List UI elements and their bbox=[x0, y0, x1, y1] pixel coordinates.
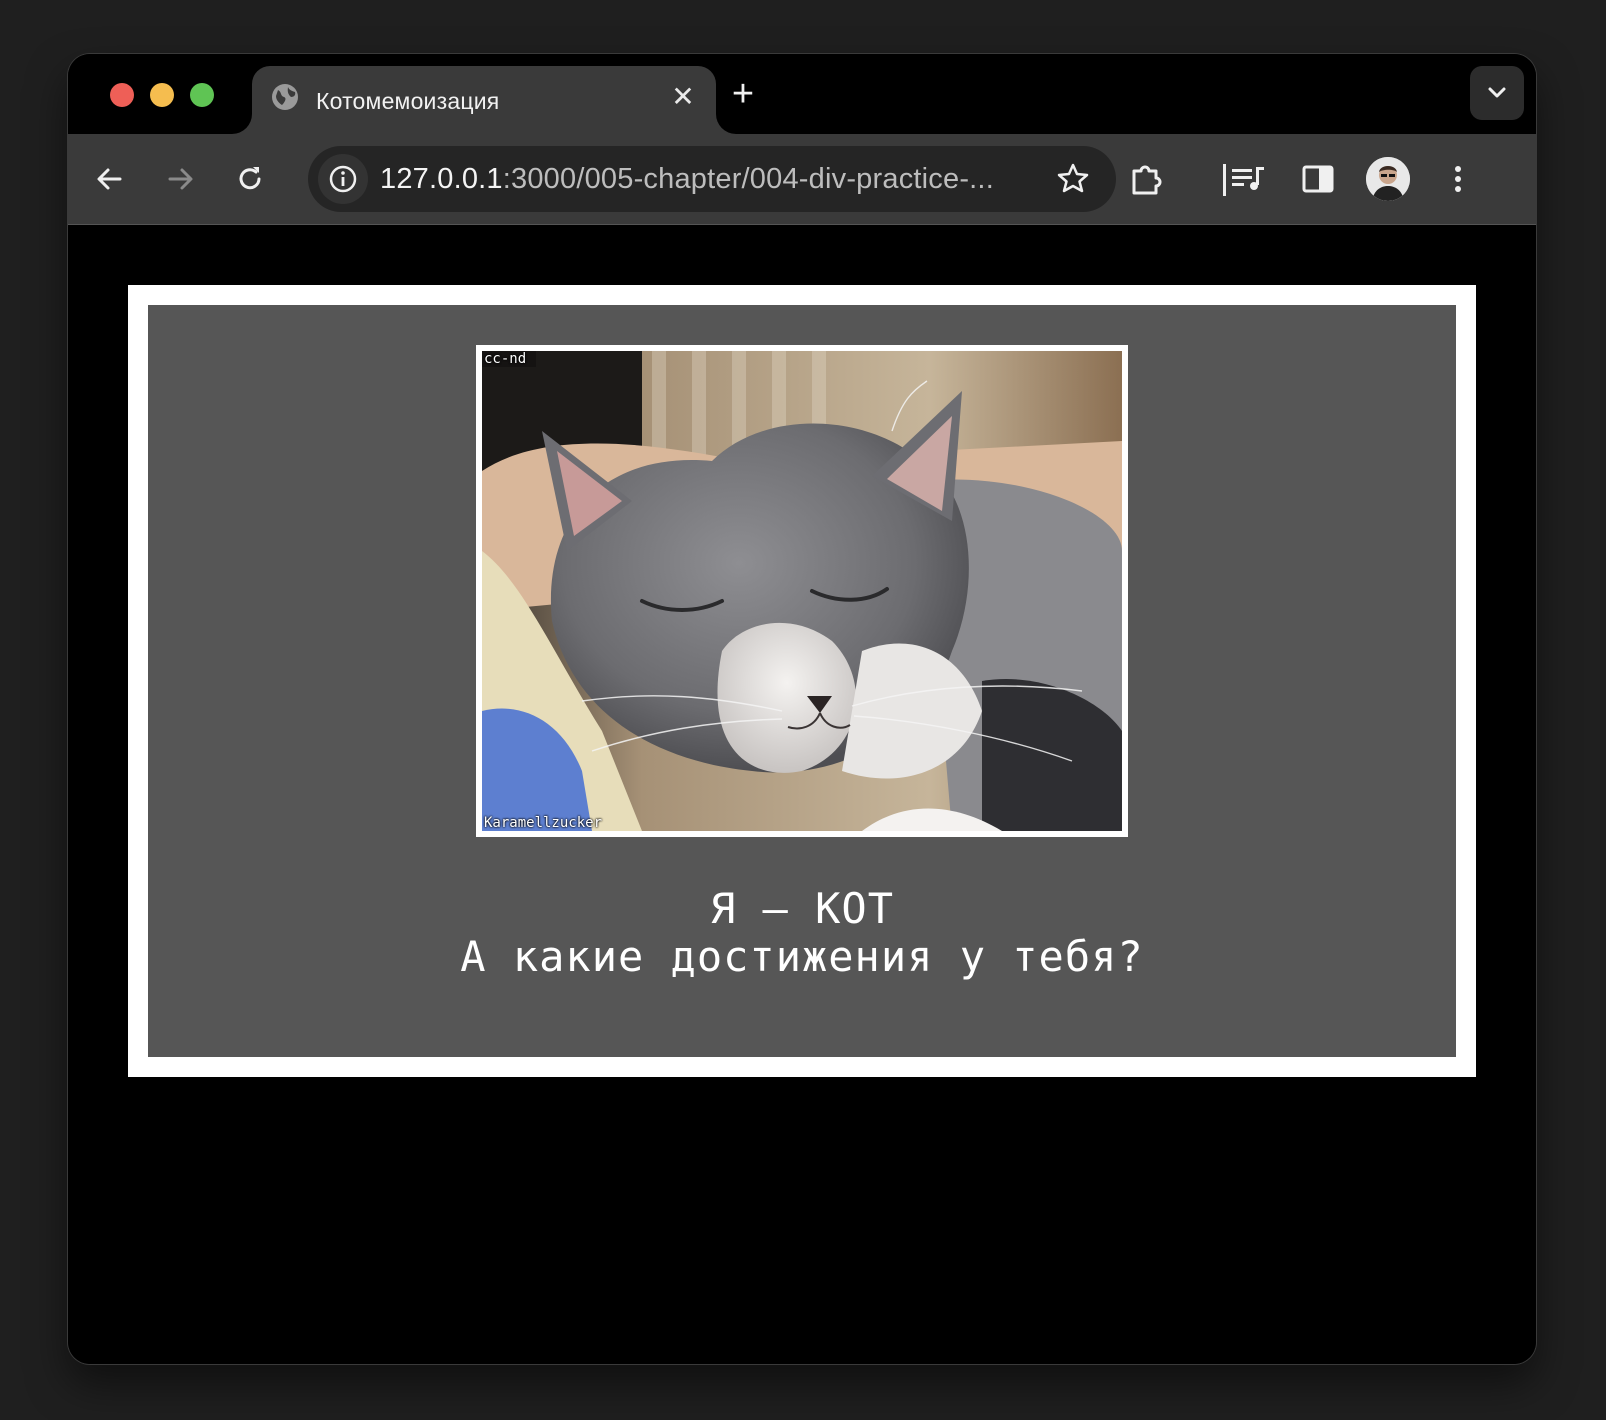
meme-caption: Я — КОТ А какие достижения у тебя? bbox=[148, 885, 1456, 981]
reload-icon[interactable] bbox=[232, 161, 268, 197]
photo-border: cc-nd Karamellzucker bbox=[476, 345, 1128, 837]
chevron-down-icon bbox=[1488, 87, 1506, 98]
active-tab[interactable]: Котомемоизация ✕ bbox=[252, 66, 716, 134]
url-path: :3000/005-chapter/004-div-practice-... bbox=[502, 163, 994, 195]
tab-search-button[interactable] bbox=[1470, 66, 1524, 120]
minimize-window-button[interactable] bbox=[150, 83, 174, 107]
tab-title: Котомемоизация bbox=[316, 88, 500, 114]
url-host: 127.0.0.1 bbox=[380, 163, 503, 195]
maximize-window-button[interactable] bbox=[190, 83, 214, 107]
cat-illustration bbox=[482, 351, 1122, 831]
globe-icon bbox=[272, 84, 298, 110]
star-icon[interactable] bbox=[1054, 160, 1092, 198]
page-viewport: cc-nd Karamellzucker Я — КОТ А какие дос… bbox=[68, 225, 1536, 1364]
site-info-button[interactable] bbox=[318, 154, 368, 204]
caption-line-1: Я — КОТ bbox=[709, 884, 894, 933]
cat-photo: cc-nd Karamellzucker bbox=[482, 351, 1122, 831]
profile-avatar[interactable] bbox=[1366, 157, 1410, 201]
browser-toolbar: 127.0.0.1:3000/005-chapter/004-div-pract… bbox=[68, 134, 1536, 225]
side-panel-icon[interactable] bbox=[1298, 159, 1338, 199]
profile-photo bbox=[1366, 157, 1410, 201]
new-tab-button[interactable]: + bbox=[724, 75, 762, 114]
photo-license-tag: cc-nd bbox=[484, 351, 527, 367]
photo-author-tag: Karamellzucker bbox=[484, 815, 603, 831]
info-icon bbox=[329, 165, 357, 193]
title-bar: Котомемоизация ✕ + bbox=[68, 54, 1536, 134]
playlist-icon[interactable] bbox=[1228, 159, 1268, 199]
url-text: 127.0.0.1:3000/005-chapter/004-div-pract… bbox=[380, 163, 994, 196]
meme-card: cc-nd Karamellzucker Я — КОТ А какие дос… bbox=[148, 305, 1456, 1057]
close-window-button[interactable] bbox=[110, 83, 134, 107]
meme-frame: cc-nd Karamellzucker Я — КОТ А какие дос… bbox=[128, 285, 1476, 1077]
tab-close-button[interactable]: ✕ bbox=[668, 82, 698, 112]
kebab-menu-icon[interactable] bbox=[1438, 159, 1478, 199]
caption-line-2: А какие достижения у тебя? bbox=[460, 932, 1144, 981]
browser-window: Котомемоизация ✕ + 127.0.0.1:3000/005-ch… bbox=[68, 54, 1536, 1364]
address-bar[interactable]: 127.0.0.1:3000/005-chapter/004-div-pract… bbox=[308, 146, 1116, 212]
toolbar-separator bbox=[1223, 164, 1226, 196]
arrow-left-icon[interactable] bbox=[92, 161, 128, 197]
arrow-right-icon[interactable] bbox=[162, 161, 198, 197]
puzzle-icon[interactable] bbox=[1126, 159, 1166, 199]
